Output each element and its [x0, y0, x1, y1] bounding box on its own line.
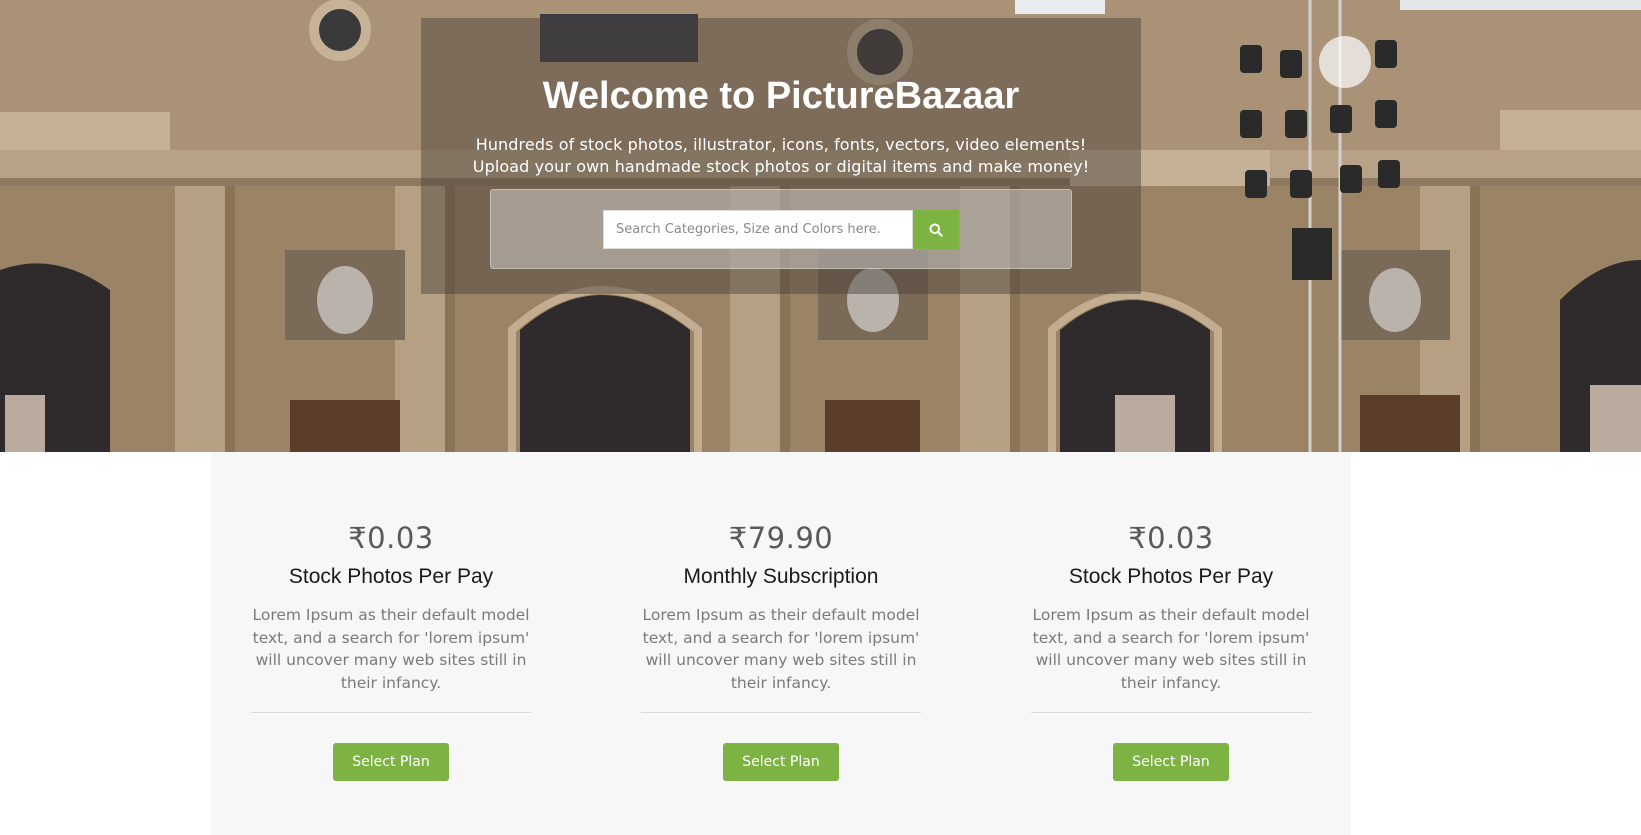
plan-description: Lorem Ipsum as their default model text,…: [1032, 606, 1310, 692]
plan-name: Stock Photos Per Pay: [288, 565, 494, 588]
hero-section: Welcome to PictureBazaar Hundreds of sto…: [0, 0, 1641, 452]
hero-subtitle: Hundreds of stock photos, illustrator, i…: [472, 135, 1090, 176]
hero-title: Welcome to PictureBazaar: [542, 75, 1020, 117]
plan-name: Stock Photos Per Pay: [1068, 565, 1274, 588]
plan-price: ₹0.03: [348, 521, 434, 555]
select-plan-button[interactable]: Select Plan: [723, 743, 839, 781]
plan-price: ₹79.90: [728, 521, 834, 555]
plan-description: Lorem Ipsum as their default model text,…: [252, 606, 530, 692]
pricing-section: ₹0.03 Stock Photos Per Pay Lorem Ipsum a…: [211, 452, 1351, 835]
plan-divider: [251, 712, 531, 713]
search-icon: [929, 223, 943, 237]
plan-description: Lorem Ipsum as their default model text,…: [642, 606, 920, 692]
plan-divider: [641, 712, 921, 713]
search-input[interactable]: [603, 210, 913, 249]
select-plan-button[interactable]: Select Plan: [333, 743, 449, 781]
plan-price: ₹0.03: [1128, 521, 1214, 555]
search-button[interactable]: [913, 210, 959, 249]
select-plan-button[interactable]: Select Plan: [1113, 743, 1229, 781]
plan-divider: [1031, 712, 1311, 713]
plan-name: Monthly Subscription: [683, 565, 879, 588]
